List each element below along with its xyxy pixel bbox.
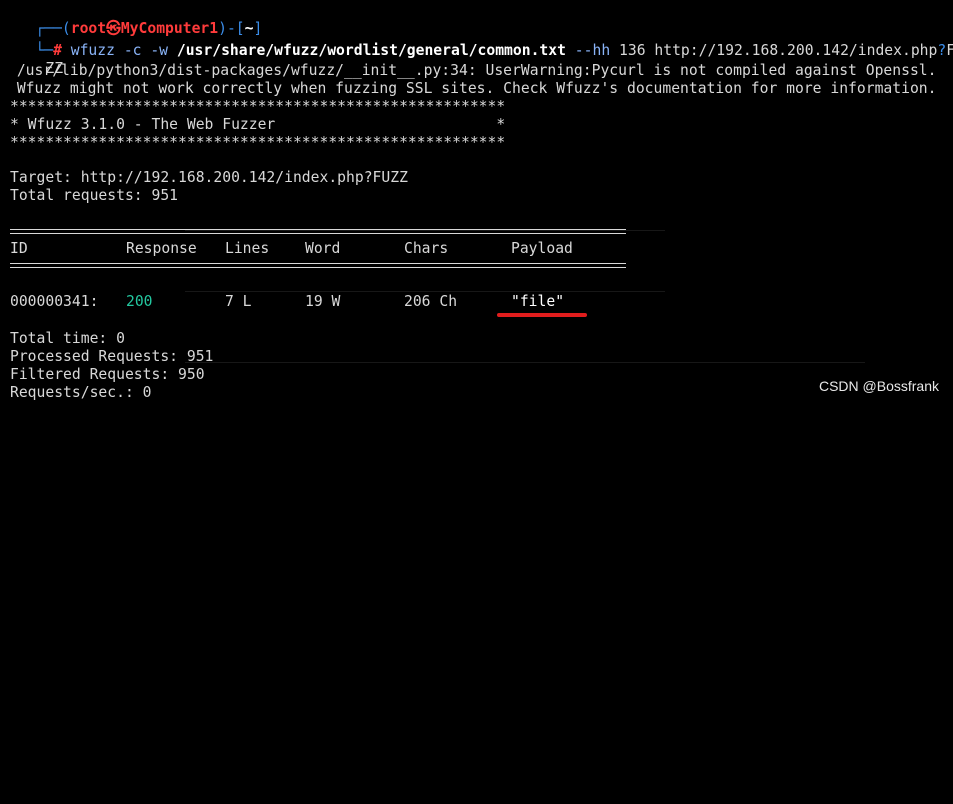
row-lines: 7 L [225,293,252,310]
header-response: Response [126,240,197,257]
header-id: ID [10,240,28,257]
banner-border-bottom: ****************************************… [10,134,506,151]
terminal-window[interactable]: ┌──(root㉿MyComputer1)-[~] └─# wfuzz -c -… [0,0,953,402]
header-payload: Payload [511,240,573,257]
watermark: CSDN @Bossfrank [818,378,939,394]
row-id: 000000341: [10,293,99,310]
header-lines: Lines [225,240,270,257]
summary-rate: Requests/sec.: 0 [10,384,152,401]
banner-title: * Wfuzz 3.1.0 - The Web Fuzzer * [10,116,506,133]
command-wordlist: /usr/share/wfuzz/wordlist/general/common… [176,42,566,59]
command-hh-value: 136 [619,42,646,59]
command-flag-c: -c [123,42,142,59]
table-row: 000000341: 200 7 L 19 W 206 Ch "file" [0,293,953,714]
row-payload: "file" [511,293,565,310]
command-url-query-mark: ? [937,42,947,59]
table-header-separator [10,263,626,268]
command-flag-hh: --hh [574,42,611,59]
command-wrap-line: ZZ [10,42,63,77]
command-line[interactable]: └─# wfuzz -c -w /usr/share/wfuzz/wordlis… [0,24,953,59]
command-url-start: http://192.168.200.142/index.php [654,42,938,59]
header-word: Word [305,240,341,257]
summary-filtered: Filtered Requests: 950 [10,366,205,383]
total-requests-line: Total requests: 951 [10,187,179,204]
table-top-separator [10,229,626,234]
command-program: wfuzz [70,42,115,59]
warning-line-1: /usr/lib/python3/dist-packages/wfuzz/__i… [8,62,937,79]
target-line: Target: http://192.168.200.142/index.php… [10,169,408,186]
warning-line-2: Wfuzz might not work correctly when fuzz… [8,80,937,97]
header-chars: Chars [404,240,449,257]
row-word: 19 W [305,293,341,310]
row-chars: 206 Ch [404,293,458,310]
command-url-end: FU [946,42,953,59]
row-response: 200 [126,293,153,310]
prompt-line: ┌──(root㉿MyComputer1)-[~] [0,2,262,37]
payload-annotation-underline [497,313,587,317]
banner-border-top: ****************************************… [10,98,506,115]
summary-processed: Processed Requests: 951 [10,348,214,365]
command-flag-w: -w [150,42,169,59]
summary-total-time: Total time: 0 [10,330,125,347]
